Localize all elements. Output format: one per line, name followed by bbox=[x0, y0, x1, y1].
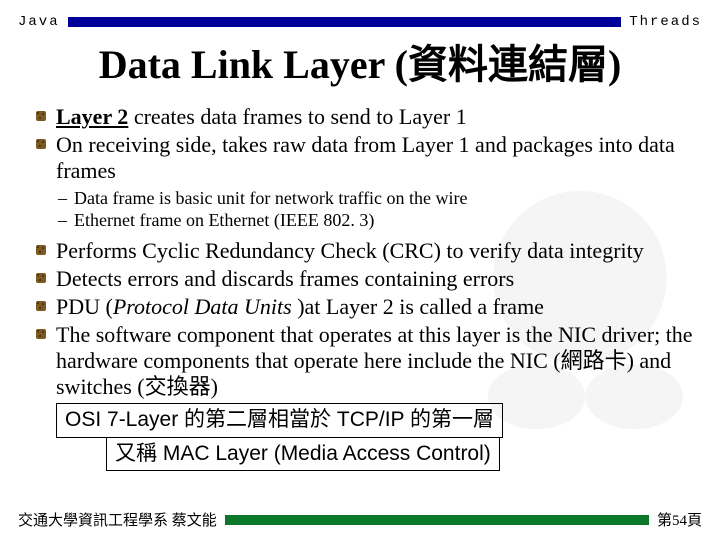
bullet-3: Performs Cyclic Redundancy Check (CRC) t… bbox=[56, 238, 696, 264]
footer-rule bbox=[225, 515, 649, 525]
bullet-5a: PDU ( bbox=[56, 294, 113, 319]
sub-1: Data frame is basic unit for network tra… bbox=[74, 188, 696, 210]
footer-left: 交通大學資訊工程學系 蔡文能 bbox=[18, 509, 217, 530]
bullet-6: The software component that operates at … bbox=[56, 322, 696, 400]
slide-title: Data Link Layer (資料連結層) bbox=[0, 32, 720, 90]
box-2: 又稱 MAC Layer (Media Access Control) bbox=[106, 437, 500, 471]
footer-right: 第54頁 bbox=[657, 509, 702, 530]
box-1: OSI 7-Layer 的第二層相當於 TCP/IP 的第一層 bbox=[56, 403, 503, 437]
slide-content: Layer 2 creates data frames to send to L… bbox=[0, 104, 720, 471]
bullet-5b: Protocol Data Units bbox=[113, 294, 297, 319]
bullet-1: Layer 2 creates data frames to send to L… bbox=[56, 104, 696, 130]
bullet-5: PDU (Protocol Data Units )at Layer 2 is … bbox=[56, 294, 696, 320]
bullet-5c: )at Layer 2 is called a frame bbox=[297, 294, 544, 319]
header-right: Threads bbox=[629, 14, 702, 30]
bullet-1-emph: Layer 2 bbox=[56, 104, 128, 129]
sublist: Data frame is basic unit for network tra… bbox=[74, 188, 696, 232]
bullet-1-text: creates data frames to send to Layer 1 bbox=[128, 104, 466, 129]
bullet-4: Detects errors and discards frames conta… bbox=[56, 266, 696, 292]
bullet-2: On receiving side, takes raw data from L… bbox=[56, 132, 696, 184]
header-left: Java bbox=[18, 14, 60, 30]
header-bar: Java Threads bbox=[0, 0, 720, 30]
sub-2: Ethernet frame on Ethernet (IEEE 802. 3) bbox=[74, 210, 696, 232]
footer-bar: 交通大學資訊工程學系 蔡文能 第54頁 bbox=[0, 509, 720, 530]
header-rule bbox=[68, 17, 622, 27]
